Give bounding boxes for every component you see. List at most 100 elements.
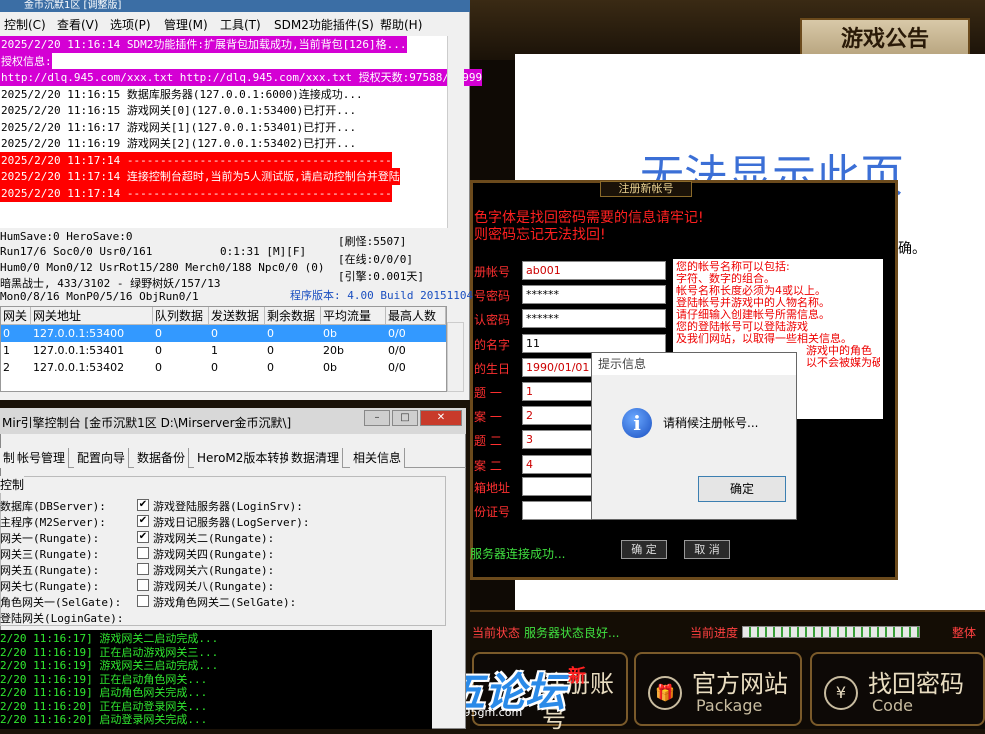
message-box-title: 提示信息 (592, 353, 796, 375)
log-line: 2025/2/20 11:16:15 数据库服务器(127.0.0.1:6000… (1, 87, 363, 101)
register-field-label: 题 二 (474, 434, 502, 448)
gateway-cell: 127.0.0.1:53400 (33, 327, 125, 340)
register-field-input[interactable]: 11 (522, 334, 666, 353)
console-tab[interactable]: 数据清理 (288, 448, 344, 468)
server-item-label[interactable]: 数据库(DBServer): (0, 498, 106, 514)
gateway-column-header[interactable]: 队列数据 (153, 307, 209, 325)
gateway-row[interactable]: 1 127.0.0.1:53401 0 1 0 20b 0/0 (1, 342, 446, 359)
recover-password-button[interactable]: ¥ 找回密码 Code (810, 652, 985, 726)
m2-log-scrollbar[interactable] (447, 36, 464, 228)
gateway-column-header[interactable]: 网关地址 (31, 307, 153, 325)
register-dialog-title: 注册新帐号 (600, 181, 692, 197)
server-item-label[interactable]: 网关三(Rungate): (0, 546, 99, 562)
server-item-label[interactable]: 网关五(Rungate): (0, 562, 99, 578)
register-field-input[interactable]: 2 (522, 406, 592, 425)
menu-options[interactable]: 选项(P) (110, 16, 151, 33)
server-checkbox[interactable]: ✔ (137, 499, 149, 511)
register-field-input[interactable]: 1 (522, 382, 592, 401)
stat-uptime: 0:1:31 [M][F] (220, 245, 307, 258)
gateway-column-header[interactable]: 最高人数 (386, 307, 446, 325)
recover-password-sublabel: Code (872, 696, 913, 715)
register-hint-line: 帐号名称长度必须为4或以上。 (676, 285, 826, 297)
close-button[interactable]: ✕ (420, 410, 462, 426)
console-log-line: 2/20 11:16:19] 游戏网关三启动完成... (0, 659, 219, 672)
message-box-text: 请稍候注册帐号... (663, 416, 759, 430)
console-tab[interactable]: HeroM2版本转换 (194, 448, 296, 468)
progress-fill (743, 627, 919, 637)
gateway-cell: 127.0.0.1:53401 (33, 344, 125, 357)
gateway-row[interactable]: 0 127.0.0.1:53400 0 0 0 0b 0/0 (1, 325, 446, 342)
register-ok-button[interactable]: 确 定 (621, 540, 667, 559)
register-cancel-button[interactable]: 取 消 (684, 540, 730, 559)
console-log-line: 2/20 11:16:19] 正在启动游戏网关三... (0, 645, 219, 659)
gateway-table-scrollbar[interactable] (447, 322, 464, 392)
console-log-line: 2/20 11:16:20] 启动登录网关完成... (0, 713, 208, 726)
server-checkbox[interactable]: ✔ (137, 531, 149, 543)
server-checkbox[interactable] (137, 579, 149, 591)
gateway-cell: 0 (267, 327, 274, 340)
menu-view[interactable]: 查看(V) (57, 16, 99, 33)
console-tab[interactable]: 数据备份 (134, 448, 190, 468)
gateway-cell: 20b (323, 344, 344, 357)
server-item-label[interactable]: 网关七(Rungate): (0, 578, 99, 594)
progress-label: 当前进度 (690, 626, 739, 640)
stat-hum: Hum0/0 Mon0/12 UsrRot15/280 Merch0/188 N… (0, 261, 325, 274)
notice-title: 游戏公告 (800, 18, 970, 58)
stat-refresh: [刷怪:5507] (338, 235, 407, 248)
maximize-button[interactable]: □ (392, 410, 418, 426)
server-checkbox[interactable] (137, 547, 149, 559)
control-console-tabs: 制帐号管理 配置向导 数据备份 HeroM2版本转换 数据清理 相关信息 (0, 446, 466, 468)
register-field-input[interactable]: 3 (522, 430, 592, 449)
menu-tools[interactable]: 工具(T) (220, 16, 261, 33)
server-item-label[interactable]: 网关一(Rungate): (0, 530, 99, 546)
console-log-line: 2/20 11:16:17] 游戏网关二启动完成... (0, 632, 219, 645)
register-field-input[interactable]: ****** (522, 309, 666, 328)
register-field-input[interactable]: ****** (522, 285, 666, 304)
console-tab[interactable]: 配置向导 (74, 448, 130, 468)
gateway-cell: 1 (211, 344, 218, 357)
gateway-cell: 0 (155, 344, 162, 357)
register-field-input[interactable]: 4 (522, 455, 592, 474)
gateway-cell: 0/0 (388, 344, 406, 357)
log-line: 2025/2/20 11:16:17 游戏网关[1](127.0.0.1:534… (1, 120, 357, 134)
console-tab[interactable]: 帐号管理 (14, 448, 70, 468)
gateway-column-header[interactable]: 剩余数据 (265, 307, 321, 325)
register-hint-line: 及我们网站，以取得一些相关信息。 (676, 333, 852, 345)
register-field-input[interactable] (522, 477, 592, 496)
server-item-label[interactable]: 角色网关一(SelGate): (0, 594, 121, 610)
gateway-cell: 0 (155, 327, 162, 340)
menu-control[interactable]: 控制(C) (4, 16, 46, 33)
server-checkbox[interactable] (137, 563, 149, 575)
server-checkbox[interactable] (137, 595, 149, 607)
gateway-row[interactable]: 2 127.0.0.1:53402 0 0 0 0b 0/0 (1, 359, 446, 376)
register-hint-line: 您的登陆帐号可以登陆游戏 (676, 321, 808, 333)
gateway-cell: 0/0 (388, 361, 406, 374)
gateway-cell: 0 (3, 327, 10, 340)
register-field-input[interactable]: ab001 (522, 261, 666, 280)
message-box-ok-button[interactable]: 确定 (698, 476, 786, 502)
program-version: 程序版本: 4.00 Build 20151104 (290, 289, 474, 302)
progress-bar (742, 626, 920, 638)
status-value: 服务器状态良好... (524, 626, 620, 640)
official-site-button[interactable]: 🎁 官方网站 Package (634, 652, 802, 726)
console-log-line: 2/20 11:16:19] 正在启动角色网关... (0, 672, 208, 686)
log-line: 2025/2/20 11:17:14 ---------------------… (0, 184, 392, 202)
recover-password-label: 找回密码 (868, 670, 964, 698)
server-item-label[interactable]: 主程序(M2Server): (0, 514, 106, 530)
register-field-label: 认密码 (474, 313, 511, 327)
server-checkbox[interactable]: ✔ (137, 515, 149, 527)
stat-engine: [引擎:0.001天] (338, 270, 424, 283)
menu-manage[interactable]: 管理(M) (164, 16, 208, 33)
menu-help[interactable]: 帮助(H) (380, 16, 422, 33)
minimize-button[interactable]: – (364, 410, 390, 426)
log-line: 2025/2/20 11:16:14 SDM2功能插件:扩展背包加载成功,当前背… (0, 36, 407, 53)
register-field-input[interactable] (522, 501, 592, 520)
register-hint-line: 请仔细输入创建帐号所需信息。 (676, 309, 830, 321)
server-item-label[interactable]: 登陆网关(LoginGate): (0, 610, 123, 626)
gateway-column-header[interactable]: 平均流量 (321, 307, 386, 325)
console-tab[interactable]: 相关信息 (350, 448, 406, 468)
gateway-column-header[interactable]: 网关 (1, 307, 31, 325)
gateway-column-header[interactable]: 发送数据 (209, 307, 265, 325)
log-line: 2025/2/20 11:17:14 连接控制台超时,当前为5人测试版,请启动控… (0, 168, 400, 185)
menu-sdm2-plugins[interactable]: SDM2功能插件(S) (274, 16, 374, 33)
